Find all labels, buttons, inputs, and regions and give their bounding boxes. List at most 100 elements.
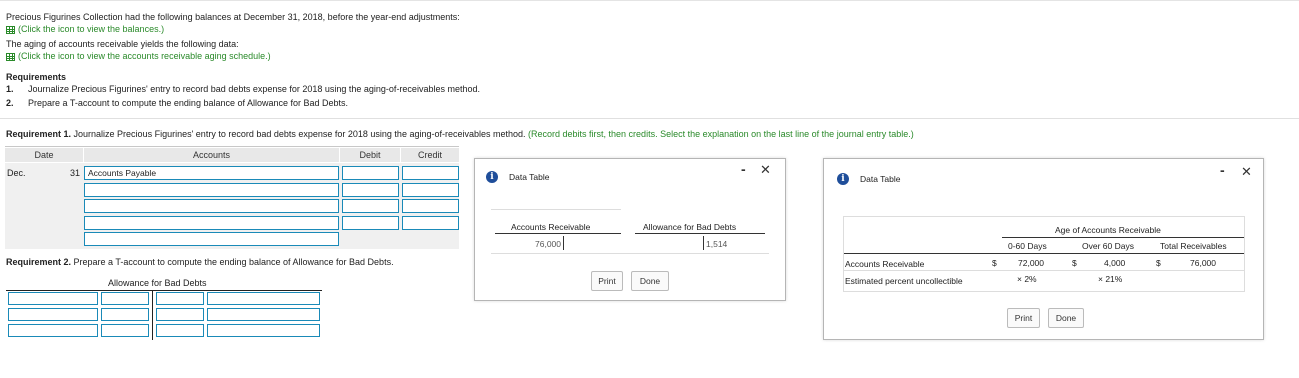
- aging-link[interactable]: (Click the icon to view the accounts rec…: [6, 51, 271, 61]
- intro-line-2: The aging of accounts receivable yields …: [6, 39, 239, 49]
- requirement-1-number: 1.: [6, 84, 14, 94]
- journal-header-debit: Debit: [340, 148, 400, 162]
- journal-header-accounts: Accounts: [84, 148, 339, 162]
- dialog-title: Data Table: [509, 172, 550, 182]
- journal-credit-row-3[interactable]: [402, 199, 459, 213]
- journal-header-credit: Credit: [401, 148, 459, 162]
- header-rule: [844, 253, 1244, 254]
- col-allowance-bad-debts: Allowance for Bad Debts: [643, 222, 737, 232]
- value-cursor: [703, 236, 704, 250]
- requirement-2-label: Requirement 2.: [6, 257, 72, 267]
- table-bottom-rule: [491, 253, 769, 254]
- taccount-left-amount-2[interactable]: [101, 308, 149, 321]
- group-header-rule: [1002, 237, 1244, 238]
- col-0-60-days: 0-60 Days: [1008, 241, 1047, 251]
- taccount-right-account-2[interactable]: [207, 308, 320, 321]
- taccount-left-amount-1[interactable]: [101, 292, 149, 305]
- journal-debit-row-1[interactable]: [342, 166, 399, 180]
- taccount-title: Allowance for Bad Debts: [108, 278, 207, 288]
- currency-symbol: $: [992, 258, 997, 268]
- value-cursor: [563, 236, 564, 250]
- intro-line-1: Precious Figurines Collection had the fo…: [6, 12, 460, 22]
- taccount-top-rule: [6, 290, 322, 291]
- top-divider: [0, 0, 1299, 1]
- taccount-right-account-1[interactable]: [207, 292, 320, 305]
- ar-total-value: 76,000: [1190, 258, 1216, 268]
- data-table-dialog-aging: i Data Table - ✕ Age of Accounts Receiva…: [823, 158, 1264, 340]
- journal-debit-row-4[interactable]: [342, 216, 399, 230]
- row-rule: [844, 270, 1244, 271]
- val-accounts-receivable: 76,000: [535, 239, 561, 249]
- taccount-divider: [152, 290, 153, 340]
- journal-debit-row-2[interactable]: [342, 183, 399, 197]
- requirement-2-number: 2.: [6, 98, 14, 108]
- print-button[interactable]: Print: [1007, 308, 1040, 328]
- taccount: [6, 290, 322, 340]
- close-icon[interactable]: ✕: [1241, 164, 1252, 180]
- taccount-right-amount-3[interactable]: [156, 324, 204, 337]
- requirement-2-body: Prepare a T-account to compute the endin…: [71, 257, 394, 267]
- taccount-left-amount-3[interactable]: [101, 324, 149, 337]
- taccount-right-account-3[interactable]: [207, 324, 320, 337]
- done-button[interactable]: Done: [1048, 308, 1084, 328]
- journal-month: Dec.: [7, 168, 26, 178]
- pct-0-60-value: × 2%: [1017, 274, 1037, 284]
- print-button[interactable]: Print: [591, 271, 623, 291]
- col-accounts-receivable: Accounts Receivable: [511, 222, 591, 232]
- row-accounts-receivable-label: Accounts Receivable: [845, 259, 925, 269]
- col-total-receivables: Total Receivables: [1160, 241, 1227, 251]
- requirement-2-text: Prepare a T-account to compute the endin…: [28, 98, 349, 108]
- journal-explanation-row[interactable]: [84, 232, 339, 246]
- journal-account-row-2[interactable]: [84, 183, 339, 197]
- requirement-1-text: Journalize Precious Figurines' entry to …: [28, 84, 480, 94]
- taccount-left-account-3[interactable]: [8, 324, 98, 337]
- row-estimated-percent-label: Estimated percent uncollectible: [845, 276, 963, 286]
- balances-link[interactable]: (Click the icon to view the balances.): [6, 24, 164, 34]
- info-icon: i: [486, 171, 498, 183]
- data-table-dialog-balances: i Data Table - ✕ Accounts Receivable All…: [474, 158, 786, 301]
- requirement-1-hint: (Record debits first, then credits. Sele…: [525, 129, 914, 139]
- val-allowance-bad-debts: 1,514: [706, 239, 728, 249]
- section-divider: [0, 118, 1299, 119]
- requirements-heading: Requirements: [6, 72, 67, 82]
- journal-day: 31: [70, 168, 81, 178]
- col-over-60-days: Over 60 Days: [1082, 241, 1134, 251]
- ar-over-60-value: 4,000: [1104, 258, 1126, 268]
- requirement-1-instruction: Requirement 1. Journalize Precious Figur…: [6, 129, 914, 139]
- requirement-2-instruction: Requirement 2. Prepare a T-account to co…: [6, 257, 394, 267]
- journal-top-rule: [5, 146, 459, 147]
- aging-link-text[interactable]: (Click the icon to view the accounts rec…: [18, 51, 271, 61]
- col-1-rule: [495, 233, 621, 234]
- currency-symbol: $: [1156, 258, 1161, 268]
- dialog-title: Data Table: [860, 174, 901, 184]
- taccount-right-amount-2[interactable]: [156, 308, 204, 321]
- balances-link-text[interactable]: (Click the icon to view the balances.): [18, 24, 164, 34]
- close-icon[interactable]: ✕: [760, 162, 771, 178]
- journal-credit-row-4[interactable]: [402, 216, 459, 230]
- table-icon[interactable]: [6, 52, 15, 61]
- age-group-header: Age of Accounts Receivable: [1055, 225, 1161, 235]
- journal-account-row-4[interactable]: [84, 216, 339, 230]
- journal-credit-row-2[interactable]: [402, 183, 459, 197]
- journal-account-row-3[interactable]: [84, 199, 339, 213]
- table-border: [491, 209, 621, 210]
- journal-debit-row-3[interactable]: [342, 199, 399, 213]
- done-button[interactable]: Done: [631, 271, 669, 291]
- currency-symbol: $: [1072, 258, 1077, 268]
- minimize-icon[interactable]: -: [1220, 162, 1225, 178]
- pct-over-60-value: × 21%: [1098, 274, 1123, 284]
- taccount-left-account-2[interactable]: [8, 308, 98, 321]
- ar-0-60-value: 72,000: [1018, 258, 1044, 268]
- minimize-icon[interactable]: -: [741, 161, 746, 177]
- table-icon[interactable]: [6, 25, 15, 34]
- requirement-1-body: Journalize Precious Figurines' entry to …: [71, 129, 526, 139]
- requirement-1-label: Requirement 1.: [6, 129, 72, 139]
- info-icon: i: [837, 173, 849, 185]
- taccount-right-amount-1[interactable]: [156, 292, 204, 305]
- journal-account-row-1[interactable]: Accounts Payable: [84, 166, 339, 180]
- taccount-left-account-1[interactable]: [8, 292, 98, 305]
- journal-header-date: Date: [5, 148, 83, 162]
- journal-account-row-1-value[interactable]: Accounts Payable: [88, 168, 156, 178]
- journal-credit-row-1[interactable]: [402, 166, 459, 180]
- col-2-rule: [635, 233, 765, 234]
